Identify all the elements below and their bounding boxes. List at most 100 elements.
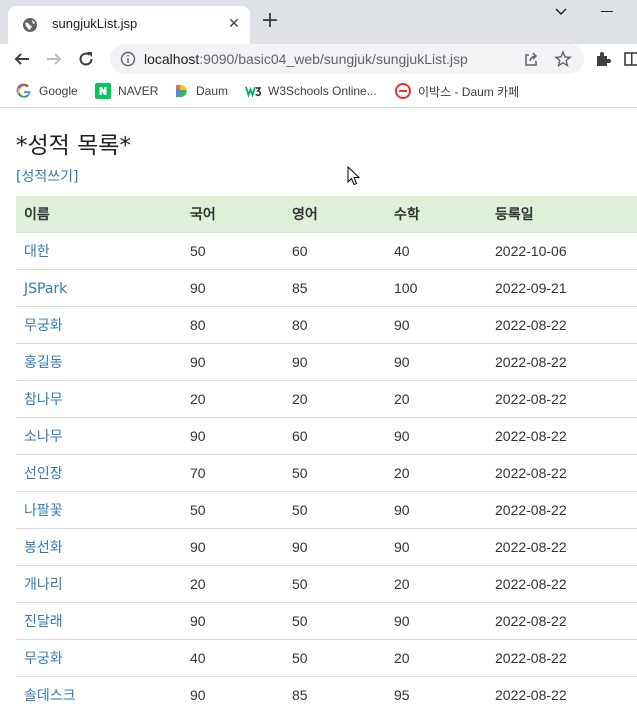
register-date: 2022-08-22 <box>487 455 637 492</box>
math-score: 20 <box>386 455 487 492</box>
student-name-link[interactable]: 선인장 <box>24 466 63 482</box>
math-score: 90 <box>386 492 487 529</box>
browser-toolbar: localhost:9090/basic04_web/sungjuk/sungj… <box>0 44 637 74</box>
write-grade-link[interactable]: [성적쓰기] <box>16 166 78 186</box>
name-cell: 참나무 <box>16 381 182 418</box>
table-row: 참나무2020202022-08-22 <box>16 381 637 418</box>
table-row: 무궁화8080902022-08-22 <box>16 307 637 344</box>
name-cell: JSPark <box>16 270 182 307</box>
korean-score: 90 <box>182 603 284 640</box>
korean-score: 90 <box>182 418 284 455</box>
chevron-down-icon[interactable] <box>552 4 570 20</box>
korean-score: 90 <box>182 529 284 566</box>
english-score: 50 <box>284 603 386 640</box>
student-name-link[interactable]: 진달래 <box>24 614 63 630</box>
english-score: 60 <box>284 233 386 270</box>
globe-icon <box>22 17 38 33</box>
math-score: 40 <box>386 233 487 270</box>
tab-title: sungjukList.jsp <box>52 16 137 31</box>
bookmark-google[interactable]: Google <box>16 82 78 100</box>
english-score: 50 <box>284 455 386 492</box>
english-score: 60 <box>284 418 386 455</box>
math-score: 90 <box>386 529 487 566</box>
daum-icon <box>173 83 189 99</box>
student-name-link[interactable]: 홍길동 <box>24 355 63 371</box>
korean-score: 50 <box>182 492 284 529</box>
student-name-link[interactable]: 나팔꽃 <box>24 503 63 519</box>
student-name-link[interactable]: 솔데스크 <box>24 688 76 704</box>
korean-score: 20 <box>182 381 284 418</box>
extensions-icon[interactable] <box>594 50 612 68</box>
math-score: 20 <box>386 381 487 418</box>
name-cell: 개나리 <box>16 566 182 603</box>
table-row: 무궁화4050202022-08-22 <box>16 640 637 677</box>
column-header-date: 등록일 <box>487 196 637 233</box>
math-score: 100 <box>386 270 487 307</box>
english-score: 85 <box>284 270 386 307</box>
mouse-cursor-icon <box>347 166 361 186</box>
back-arrow-icon[interactable] <box>13 50 31 68</box>
register-date: 2022-08-22 <box>487 381 637 418</box>
column-header-english: 영어 <box>284 196 386 233</box>
korean-score: 90 <box>182 344 284 381</box>
table-row: 선인장 7050202022-08-22 <box>16 455 637 492</box>
w3schools-icon <box>245 83 261 99</box>
browser-tab[interactable]: sungjukList.jsp ✕ <box>8 6 250 44</box>
korean-score: 70 <box>182 455 284 492</box>
page-title: *성적 목록* <box>16 126 131 160</box>
close-icon[interactable]: ✕ <box>226 16 242 32</box>
info-icon[interactable] <box>120 51 136 67</box>
student-name-link[interactable]: 무궁화 <box>24 318 63 334</box>
new-tab-button[interactable]: + <box>260 12 280 32</box>
table-row: JSPark 90851002022-09-21 <box>16 270 637 307</box>
name-cell: 선인장 <box>16 455 182 492</box>
student-name-link[interactable]: JSPark <box>24 281 67 297</box>
bookmark-w3schools[interactable]: W3Schools Online... <box>245 82 377 100</box>
student-name-link[interactable]: 봉선화 <box>24 540 63 556</box>
table-header-row: 이름 국어 영어 수학 등록일 <box>16 196 637 233</box>
student-name-link[interactable]: 개나리 <box>24 577 63 593</box>
math-score: 90 <box>386 603 487 640</box>
name-cell: 무궁화 <box>16 640 182 677</box>
forward-arrow-icon[interactable] <box>45 50 63 68</box>
bookmark-daum-cafe[interactable]: 이박스 - Daum 카페 <box>395 82 519 100</box>
student-name-link[interactable]: 대한 <box>24 244 50 260</box>
student-name-link[interactable]: 무궁화 <box>24 651 63 667</box>
student-name-link[interactable]: 참나무 <box>24 392 63 408</box>
english-score: 80 <box>284 307 386 344</box>
korean-score: 80 <box>182 307 284 344</box>
register-date: 2022-08-22 <box>487 344 637 381</box>
reload-icon[interactable] <box>77 50 95 68</box>
name-cell: 진달래 <box>16 603 182 640</box>
table-row: 홍길동9090902022-08-22 <box>16 344 637 381</box>
bookmark-naver[interactable]: NAVER <box>95 82 158 100</box>
url-path: :9090/basic04_web/sungjuk/sungjukList.js… <box>199 51 468 67</box>
math-score: 20 <box>386 566 487 603</box>
register-date: 2022-08-22 <box>487 307 637 344</box>
korean-score: 20 <box>182 566 284 603</box>
student-name-link[interactable]: 소나무 <box>24 429 63 445</box>
share-icon[interactable] <box>522 50 540 68</box>
register-date: 2022-08-22 <box>487 603 637 640</box>
english-score: 20 <box>284 381 386 418</box>
column-header-math: 수학 <box>386 196 487 233</box>
register-date: 2022-09-21 <box>487 270 637 307</box>
bookmark-label: Google <box>39 84 78 98</box>
english-score: 50 <box>284 566 386 603</box>
star-icon[interactable] <box>554 50 572 68</box>
register-date: 2022-08-22 <box>487 640 637 677</box>
english-score: 90 <box>284 344 386 381</box>
naver-icon <box>95 83 111 99</box>
table-row: 소나무9060902022-08-22 <box>16 418 637 455</box>
korean-score: 90 <box>182 270 284 307</box>
grade-table-body: 대한5060402022-10-06 JSPark90851002022-09-… <box>16 233 637 713</box>
side-panel-icon[interactable] <box>624 51 637 67</box>
bookmark-label: W3Schools Online... <box>268 84 377 98</box>
english-score: 50 <box>284 492 386 529</box>
math-score: 90 <box>386 344 487 381</box>
bookmark-daum[interactable]: Daum <box>173 82 228 100</box>
register-date: 2022-08-22 <box>487 566 637 603</box>
minimize-button[interactable] <box>601 11 613 12</box>
table-row: 나팔꽃5050902022-08-22 <box>16 492 637 529</box>
address-bar[interactable]: localhost:9090/basic04_web/sungjuk/sungj… <box>110 44 584 74</box>
